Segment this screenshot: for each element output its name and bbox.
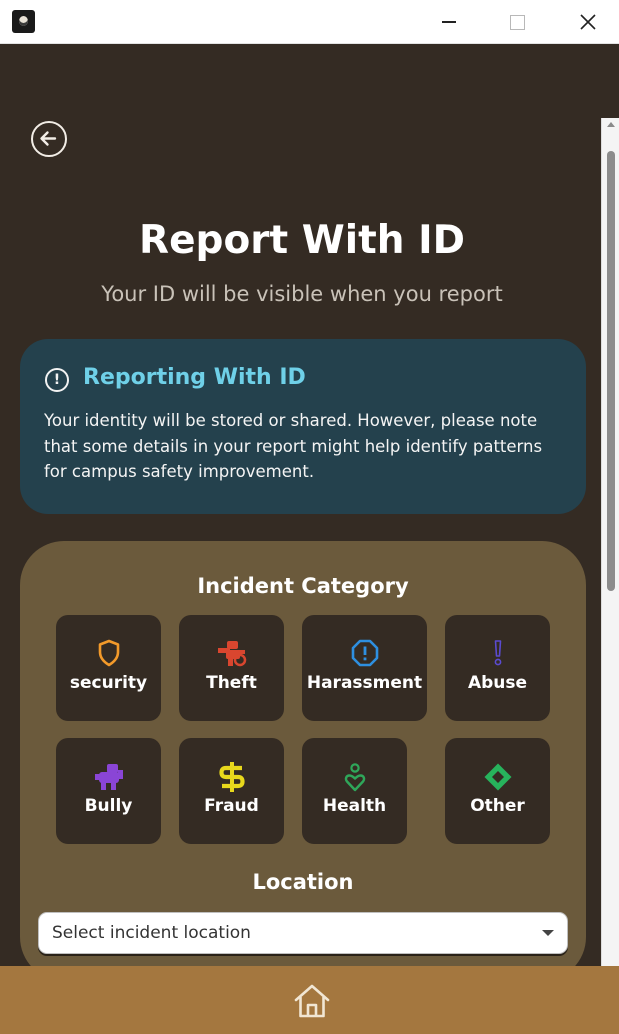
- shield-icon: [98, 639, 119, 667]
- category-other-button[interactable]: Other: [445, 738, 550, 844]
- chevron-down-icon: [542, 930, 554, 936]
- close-icon: [580, 14, 596, 30]
- diamond-icon: [484, 763, 511, 791]
- category-label: Abuse: [467, 673, 528, 693]
- location-select[interactable]: Select incident location: [38, 912, 568, 954]
- bottom-nav-bar: [0, 966, 619, 1034]
- category-fraud-button[interactable]: Fraud: [179, 738, 284, 844]
- exclamation-circle-icon: !: [45, 368, 69, 392]
- category-security-button[interactable]: security: [56, 615, 161, 721]
- page-subtitle: Your ID will be visible when you report: [101, 282, 503, 306]
- close-button[interactable]: [565, 0, 611, 44]
- back-button[interactable]: [31, 121, 67, 157]
- category-label: Theft: [206, 673, 257, 693]
- health-icon: [344, 763, 365, 792]
- page-title: Report With ID: [139, 218, 465, 263]
- app-icon: [12, 10, 35, 33]
- category-harassment-button[interactable]: Harassment: [302, 615, 427, 721]
- category-label: Other: [470, 796, 525, 816]
- category-label: Health: [322, 796, 387, 816]
- info-card: ! Reporting With ID Your identity will b…: [20, 339, 586, 514]
- info-card-text: Your identity will be stored or shared. …: [44, 411, 543, 481]
- location-title: Location: [252, 870, 354, 894]
- category-abuse-button[interactable]: Abuse: [445, 615, 550, 721]
- report-form-card: Incident Category security Theft Harassm…: [20, 541, 586, 981]
- category-label: Harassment: [306, 673, 423, 693]
- scroll-up-arrow-icon[interactable]: [607, 122, 615, 127]
- location-select-value: Select incident location: [52, 923, 251, 943]
- category-label: Fraud: [204, 796, 259, 816]
- home-button[interactable]: [293, 983, 331, 1019]
- info-card-title: Reporting With ID: [83, 365, 306, 390]
- exclamation-icon: [494, 640, 501, 666]
- scrollbar-thumb[interactable]: [607, 151, 615, 591]
- incident-category-title: Incident Category: [197, 574, 409, 598]
- minimize-button[interactable]: [426, 0, 472, 44]
- category-bully-button[interactable]: Bully: [56, 738, 161, 844]
- bully-icon: [94, 764, 123, 790]
- category-theft-button[interactable]: Theft: [179, 615, 284, 721]
- category-health-button[interactable]: Health: [302, 738, 407, 844]
- window-title-bar: [0, 0, 619, 44]
- thief-icon: [217, 641, 246, 667]
- dollar-icon: [218, 762, 245, 792]
- category-label: Bully: [84, 796, 133, 816]
- warning-octagon-icon: [351, 639, 378, 667]
- category-label: security: [69, 673, 148, 693]
- arrow-left-icon: [40, 131, 57, 146]
- home-icon: [294, 984, 330, 1018]
- maximize-button[interactable]: [494, 0, 540, 44]
